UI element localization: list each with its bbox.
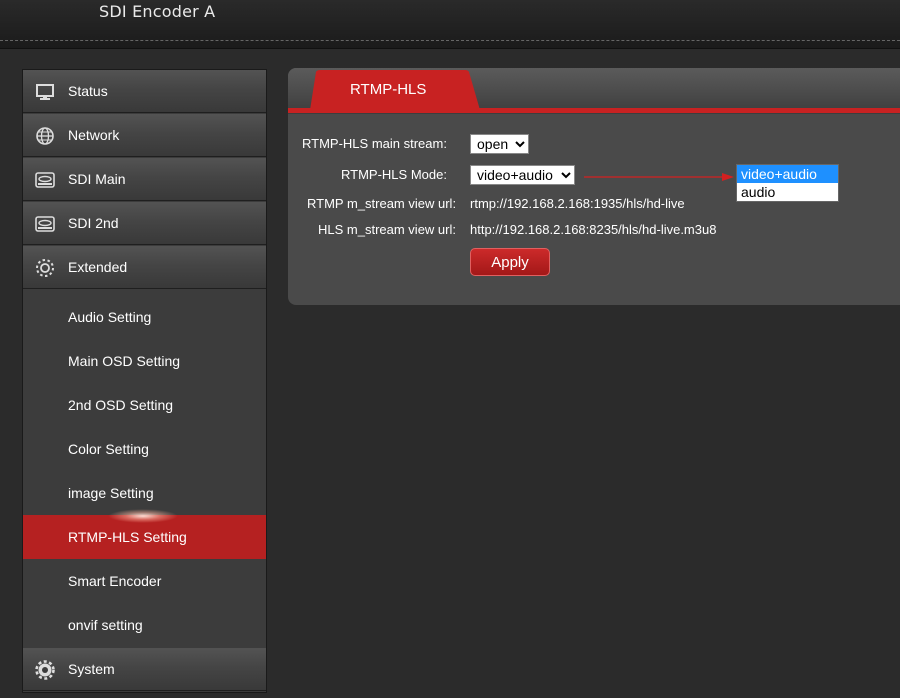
device-icon (35, 172, 55, 188)
sidebar-item-sdi-2nd[interactable]: SDI 2nd (23, 202, 266, 245)
sidebar-subitem-label: Audio Setting (68, 309, 152, 325)
sidebar-subitem-rtmp-hls-setting[interactable]: RTMP-HLS Setting (23, 509, 266, 559)
sidebar-subitem-label: Smart Encoder (68, 573, 162, 589)
header-divider (0, 40, 900, 41)
sidebar: Status Network SDI Main SDI 2nd Extended… (22, 69, 267, 693)
device-title: SDI Encoder A (99, 2, 216, 21)
globe-icon (36, 127, 54, 145)
sidebar-subitem-audio-setting[interactable]: Audio Setting (23, 295, 266, 339)
sidebar-item-label: Network (68, 127, 120, 143)
dropdown-option-video-audio[interactable]: video+audio (737, 165, 838, 183)
sidebar-item-label: Extended (68, 259, 128, 275)
main-stream-label: RTMP-HLS main stream: (302, 136, 447, 151)
sidebar-item-label: System (68, 661, 115, 677)
mode-dropdown-list: video+audio audio (736, 164, 839, 202)
sidebar-subitem-label: 2nd OSD Setting (68, 397, 174, 413)
mode-select[interactable]: video+audio (470, 165, 575, 185)
tab-rtmp-hls[interactable]: RTMP-HLS (310, 70, 480, 110)
mode-label: RTMP-HLS Mode: (341, 167, 447, 182)
top-header: SDI Encoder A (0, 0, 900, 49)
sidebar-item-sdi-main[interactable]: SDI Main (23, 158, 266, 201)
sidebar-item-label: SDI Main (68, 171, 126, 187)
sidebar-subitem-label: Color Setting (68, 441, 149, 457)
annotation-arrow (584, 173, 734, 181)
dropdown-option-audio[interactable]: audio (737, 183, 838, 201)
sidebar-subitem-smart-encoder[interactable]: Smart Encoder (23, 559, 266, 603)
monitor-icon (36, 84, 54, 100)
hls-url-label: HLS m_stream view url: (318, 222, 456, 237)
gear-icon (36, 259, 54, 277)
tab-label: RTMP-HLS (350, 81, 427, 98)
sidebar-item-network[interactable]: Network (23, 114, 266, 157)
rtmp-url-value: rtmp://192.168.2.168:1935/hls/hd-live (470, 196, 685, 211)
sidebar-item-label: SDI 2nd (68, 215, 119, 231)
sidebar-item-system[interactable]: System (23, 648, 266, 691)
sidebar-item-label: Status (68, 83, 108, 99)
sidebar-subitem-2nd-osd-setting[interactable]: 2nd OSD Setting (23, 383, 266, 427)
sidebar-subitem-label: Main OSD Setting (68, 353, 181, 369)
sidebar-subitem-label: RTMP-HLS Setting (68, 529, 187, 545)
sidebar-subitem-main-osd-setting[interactable]: Main OSD Setting (23, 339, 266, 383)
apply-button[interactable]: Apply (470, 248, 550, 276)
main-stream-select[interactable]: open (470, 134, 529, 154)
gear-icon (35, 660, 55, 680)
device-icon (35, 216, 55, 232)
sidebar-subitem-onvif-setting[interactable]: onvif setting (23, 603, 266, 647)
rtmp-url-label: RTMP m_stream view url: (307, 196, 457, 211)
hls-url-value: http://192.168.2.168:8235/hls/hd-live.m3… (470, 222, 717, 237)
sidebar-item-extended[interactable]: Extended (23, 246, 266, 289)
sidebar-subitem-label: onvif setting (68, 617, 143, 633)
sidebar-subitem-color-setting[interactable]: Color Setting (23, 427, 266, 471)
active-glow (108, 509, 178, 523)
sidebar-item-status[interactable]: Status (23, 70, 266, 113)
sidebar-subitem-label: image Setting (68, 485, 154, 501)
